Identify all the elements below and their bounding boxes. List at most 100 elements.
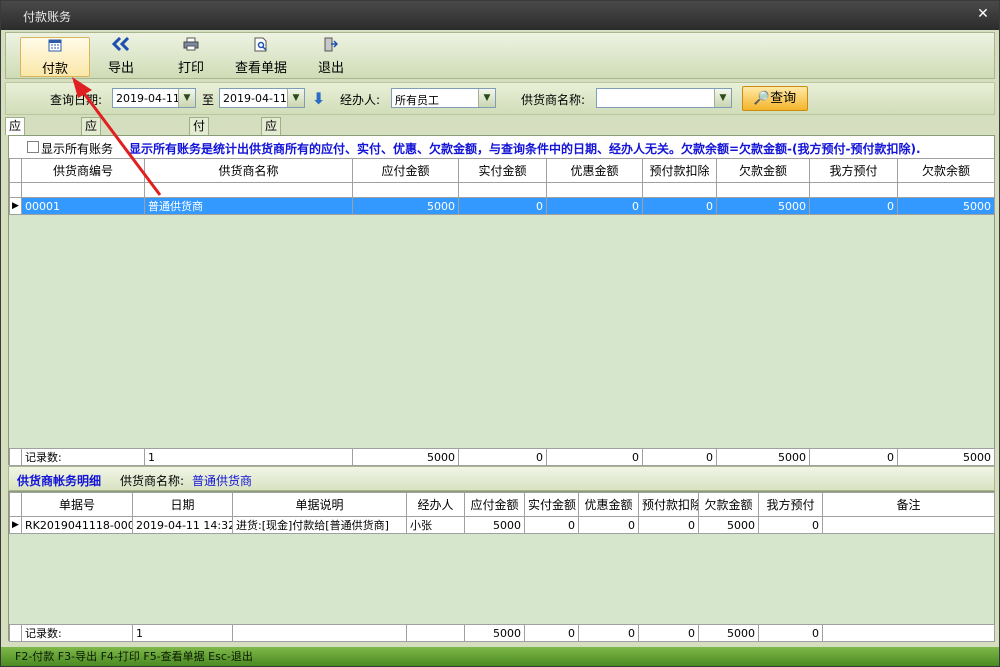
detail-supplier-name: 普通供货商 (192, 474, 253, 488)
footer-cell: 5000 (716, 448, 810, 466)
chevron-down-icon[interactable]: ▼ (287, 89, 304, 107)
tab-payable-detail-ledger[interactable]: 应付实付款明细账 (81, 117, 102, 252)
query-bar: 查询日期: 2019-04-11 ▼ 至 2019-04-11 ▼ ⬇ 经办人:… (5, 82, 995, 115)
table-cell[interactable]: RK2019041118-0001 (21, 516, 133, 534)
footer-cell (9, 624, 22, 642)
column-header[interactable]: 欠款金额 (698, 492, 759, 517)
filter-cell[interactable] (458, 182, 547, 198)
chevron-down-icon[interactable]: ▼ (478, 89, 495, 107)
table-cell[interactable]: 0 (758, 516, 823, 534)
exit-button[interactable]: 退出 (296, 37, 366, 77)
chevron-down-icon[interactable]: ▼ (714, 89, 731, 107)
column-header[interactable]: 预付款扣除 (638, 492, 699, 517)
show-all-label[interactable]: 显示所有账务 (41, 140, 113, 157)
column-header[interactable]: 日期 (132, 492, 233, 517)
table-cell[interactable]: 2019-04-11 14:32 (132, 516, 233, 534)
column-header[interactable]: 供货商名称 (144, 158, 353, 183)
view-document-button-label: 查看单据 (234, 61, 287, 76)
print-button[interactable]: 打印 (156, 37, 226, 77)
column-header[interactable]: 实付金额 (524, 492, 579, 517)
table-cell[interactable]: 5000 (464, 516, 525, 534)
export-button[interactable]: 导出 (86, 36, 156, 77)
table-cell[interactable]: 5000 (716, 197, 810, 215)
table-row[interactable]: ▶ 00001 普通供货商 5000 0 0 0 5000 0 5000 (9, 197, 995, 215)
handler-label: 经办人: (340, 93, 381, 107)
exit-button-label: 退出 (317, 61, 344, 76)
column-header[interactable]: 欠款余额 (897, 158, 995, 183)
filter-cell[interactable] (21, 182, 145, 198)
footer-cell: 0 (809, 448, 898, 466)
status-bar: F2-付款 F3-导出 F4-打印 F5-查看单据 Esc-退出 (1, 647, 999, 666)
column-header[interactable]: 单据号 (21, 492, 133, 517)
table-cell[interactable]: 5000 (698, 516, 759, 534)
footer-cell (232, 624, 407, 642)
filter-cell[interactable] (144, 182, 353, 198)
date-from-picker[interactable]: 2019-04-11 ▼ (112, 88, 196, 108)
column-header[interactable]: 应付金额 (352, 158, 459, 183)
footer-cell (406, 624, 465, 642)
column-header[interactable]: 优惠金额 (546, 158, 643, 183)
column-header[interactable]: 预付款扣除 (642, 158, 717, 183)
filter-cell (9, 182, 22, 198)
column-header[interactable]: 应付金额 (464, 492, 525, 517)
summary-footer: 记录数: 1 5000 0 0 0 5000 0 5000 (9, 448, 995, 466)
table-cell[interactable]: 普通供货商 (144, 197, 353, 215)
summary-table: 供货商编号 供货商名称 应付金额 实付金额 优惠金额 预付款扣除 欠款金额 我方… (9, 158, 995, 215)
footer-cell: 0 (758, 624, 823, 642)
column-header[interactable]: 我方预付 (758, 492, 823, 517)
footer-cell: 0 (458, 448, 547, 466)
table-cell[interactable] (822, 516, 995, 534)
footer-cell: 记录数: (21, 448, 145, 466)
column-header[interactable]: 经办人 (406, 492, 465, 517)
filter-cell[interactable] (897, 182, 995, 198)
handler-select[interactable]: 所有员工 ▼ (391, 88, 496, 108)
filter-cell[interactable] (716, 182, 810, 198)
table-cell[interactable]: 0 (642, 197, 717, 215)
date-to-picker[interactable]: 2019-04-11 ▼ (219, 88, 305, 108)
table-cell[interactable]: 0 (638, 516, 699, 534)
column-header[interactable]: 供货商编号 (21, 158, 145, 183)
table-cell[interactable]: 0 (546, 197, 643, 215)
table-cell[interactable]: 0 (524, 516, 579, 534)
tab-payable-stats[interactable]: 应付款统计 (5, 117, 26, 201)
handler-value: 所有员工 (395, 94, 439, 107)
toolbar: 付款 导出 打印 查看单据 退出 (5, 32, 995, 79)
column-header[interactable]: 欠款金额 (716, 158, 810, 183)
table-cell[interactable]: 0 (809, 197, 898, 215)
table-cell[interactable]: 小张 (406, 516, 465, 534)
table-cell[interactable]: 5000 (897, 197, 995, 215)
close-icon[interactable]: ✕ (975, 6, 991, 22)
column-header[interactable]: 备注 (822, 492, 995, 517)
summary-header-row: 供货商编号 供货商名称 应付金额 实付金额 优惠金额 预付款扣除 欠款金额 我方… (9, 158, 995, 183)
column-header[interactable]: 我方预付 (809, 158, 898, 183)
filter-cell[interactable] (546, 182, 643, 198)
calendar-icon (21, 38, 89, 56)
sort-down-arrow-icon[interactable]: ⬇ (312, 89, 325, 108)
printer-icon (156, 37, 226, 55)
view-document-button[interactable]: 查看单据 (226, 37, 296, 77)
footer-cell (9, 448, 22, 466)
column-header[interactable]: 单据说明 (232, 492, 407, 517)
tab-payment-detail[interactable]: 付款单明细 (189, 117, 210, 201)
filter-cell[interactable] (642, 182, 717, 198)
supplier-select[interactable]: ▼ (596, 88, 732, 108)
footer-cell: 记录数: (21, 624, 133, 642)
column-header[interactable]: 实付金额 (458, 158, 547, 183)
search-button[interactable]: 🔎查询 (742, 86, 808, 111)
filter-cell[interactable] (352, 182, 459, 198)
filter-cell[interactable] (809, 182, 898, 198)
table-cell[interactable]: 0 (578, 516, 639, 534)
table-cell[interactable]: 0 (458, 197, 547, 215)
double-left-arrow-icon (86, 36, 156, 55)
chevron-down-icon[interactable]: ▼ (178, 89, 195, 107)
column-header[interactable]: 优惠金额 (578, 492, 639, 517)
table-cell[interactable]: 00001 (21, 197, 145, 215)
table-cell[interactable]: 进货:[现金]付款给[普通供货商] (232, 516, 407, 534)
pay-button[interactable]: 付款 (20, 37, 90, 77)
show-all-checkbox[interactable] (27, 141, 39, 153)
export-button-label: 导出 (107, 61, 134, 76)
table-row[interactable]: ▶ RK2019041118-0001 2019-04-11 14:32 进货:… (9, 516, 995, 534)
title-bar: 付款账务 ✕ (1, 1, 999, 30)
tab-payable-reconciliation[interactable]: 应付款对账 (261, 117, 282, 201)
table-cell[interactable]: 5000 (352, 197, 459, 215)
